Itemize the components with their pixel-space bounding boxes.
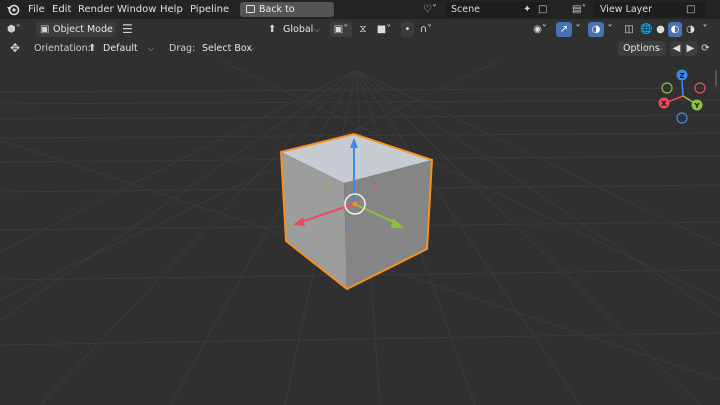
snap-target-dropdown[interactable]: ■˅ (372, 22, 396, 37)
gizmo-z-plane-marker: ▫ (347, 222, 352, 230)
chevron-down-icon: ⌵ (105, 25, 112, 34)
pivot-point-button[interactable]: ▣˅ (330, 22, 352, 37)
menu-help[interactable]: Help (160, 0, 183, 19)
shading-options-icon[interactable]: ˅ (699, 22, 711, 37)
solid-shading-icon[interactable]: ● (654, 22, 667, 37)
drag-value: Select Box (202, 43, 252, 54)
gizmo-toggle-button[interactable]: ↗ (556, 22, 572, 37)
prev-frame-button[interactable]: ◀ (670, 41, 683, 56)
mode-label: Object Mode (53, 24, 113, 35)
menu-edit[interactable]: Edit (52, 0, 71, 19)
back-to-previous-button[interactable]: Back to Previous (240, 2, 334, 30)
gizmo-x-label: X (661, 100, 667, 108)
rendered-shading-icon[interactable]: ◑ (684, 22, 697, 37)
chevron-down-icon: ⌵ (655, 44, 662, 53)
overlays-toggle-button[interactable]: ◑ (588, 22, 604, 37)
transform-orientation-dropdown[interactable]: ⬆ Global ⌵ (266, 22, 324, 37)
move-tool-icon: ✥ (10, 41, 21, 55)
overlays-options-icon[interactable]: ˅ (605, 22, 615, 37)
drag-label: Drag: (169, 43, 196, 54)
falloff-curve-icon[interactable]: ∩˅ (416, 22, 436, 37)
3d-viewport[interactable]: □ □ ▫ Z X Y (0, 40, 720, 405)
fullscreen-icon (246, 5, 255, 13)
options-dropdown[interactable]: Options ⌵ (618, 41, 666, 56)
orientation-dropdown[interactable]: ⬆ Default ⌵ (86, 41, 158, 56)
gizmo-options-icon[interactable]: ˅ (573, 22, 583, 37)
view-layer-field[interactable]: View Layer □ (594, 2, 706, 17)
hamburger-menu-icon[interactable]: ☰ (122, 22, 133, 37)
gizmo-y-plane-marker: □ (325, 179, 333, 188)
transform-orientation-label: Global (283, 24, 314, 35)
object-mode-icon: ▣ (40, 24, 50, 35)
scene-name: Scene (451, 4, 480, 15)
top-menu-bar: File Edit Render Window Help Pipeline Ba… (0, 0, 720, 30)
xray-toggle-icon[interactable]: ◫ (622, 22, 636, 37)
orientation-value: Default (103, 43, 138, 54)
scene-icon[interactable]: ♡˅ (423, 2, 437, 17)
mode-dropdown[interactable]: ▣ Object Mode ⌵ (36, 22, 116, 37)
menu-window[interactable]: Window (117, 0, 156, 19)
material-preview-shading-icon[interactable]: ◐ (668, 22, 682, 37)
history-icon[interactable]: ⟳ (699, 41, 712, 56)
chevron-down-icon: ⌵ (313, 25, 320, 34)
viewport-header: ⬢˅ ▣ Object Mode ⌵ ☰ ⬆ Global ⌵ ▣˅ ⧖ ■˅ … (0, 19, 720, 40)
drag-dropdown[interactable]: Select Box ⌵ (199, 41, 255, 56)
chevron-down-icon: ⌵ (247, 44, 254, 53)
gizmo-z-label: Z (679, 72, 684, 80)
new-scene-icon[interactable]: □ (538, 2, 547, 17)
orientation-default-icon: ⬆ (88, 43, 97, 54)
menu-file[interactable]: File (28, 0, 45, 19)
orientation-axes-icon: ⬆ (268, 24, 277, 35)
scene-field[interactable]: Scene ✦ □ (445, 2, 548, 17)
gizmo-x-plane-marker: □ (373, 181, 381, 190)
orientation-label: Orientation: (34, 43, 91, 54)
pin-icon[interactable]: ✦ (523, 2, 531, 17)
new-view-layer-icon[interactable]: □ (686, 2, 695, 17)
options-label: Options (623, 43, 660, 54)
next-frame-button[interactable]: ▶ (684, 41, 697, 56)
menu-render[interactable]: Render (78, 0, 114, 19)
wireframe-shading-icon[interactable]: 🌐 (640, 22, 653, 37)
view-layer-icon[interactable]: ▤˅ (572, 2, 586, 17)
tool-settings-bar: ✥ Orientation: ⬆ Default ⌵ Drag: Select … (0, 40, 720, 59)
snap-toggle-icon[interactable]: ⧖ (356, 22, 370, 37)
blender-logo-icon[interactable] (6, 3, 20, 16)
menu-pipeline[interactable]: Pipeline (190, 0, 229, 19)
visibility-eye-icon[interactable]: ◉˅ (528, 22, 552, 37)
gizmo-y-label: Y (693, 102, 700, 110)
chevron-down-icon: ⌵ (147, 44, 154, 53)
proportional-editing-button[interactable]: • (401, 22, 414, 37)
editor-type-icon[interactable]: ⬢˅ (7, 22, 21, 37)
view-layer-name: View Layer (600, 4, 653, 15)
